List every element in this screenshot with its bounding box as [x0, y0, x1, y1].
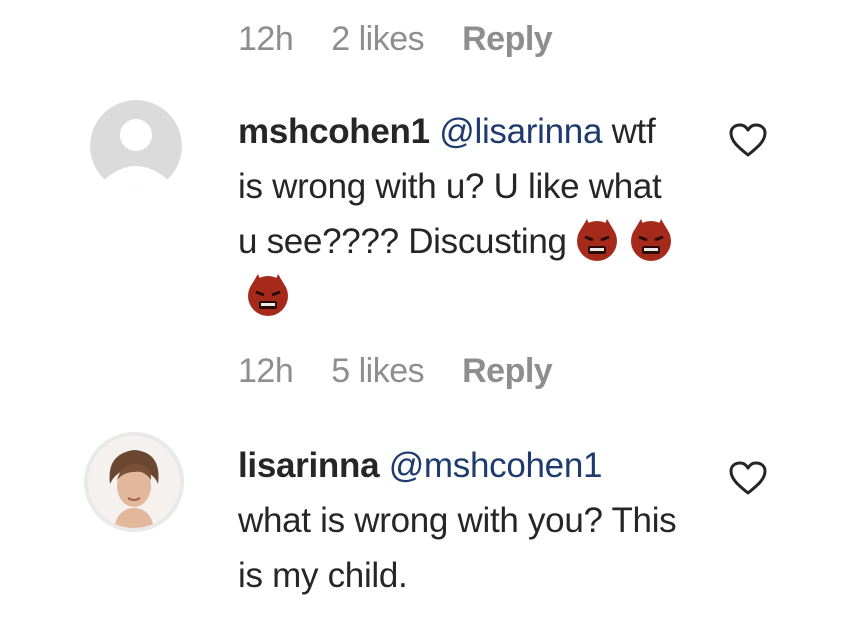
comment-timestamp: 12h — [238, 20, 294, 58]
heart-outline-icon[interactable] — [728, 122, 768, 158]
comment-body: lisarinna @mshcohen1 what is wrong with … — [238, 438, 678, 603]
comment-username[interactable]: lisarinna — [238, 446, 380, 485]
comment-username[interactable]: mshcohen1 — [238, 112, 430, 151]
comment-meta-row: 12h 5 likes Reply — [238, 352, 553, 391]
comment-like-count[interactable]: 2 likes — [331, 20, 424, 59]
heart-outline-icon[interactable] — [728, 460, 768, 496]
avatar[interactable] — [90, 100, 182, 192]
comment-timestamp: 12h — [238, 352, 294, 390]
avatar[interactable] — [84, 432, 184, 532]
angry-devil-icon — [248, 274, 288, 316]
default-avatar-icon — [90, 100, 182, 192]
comment-meta-row: 12h 2 likes Reply — [238, 20, 553, 59]
comment-body: mshcohen1 @lisarinna wtf is wrong with u… — [238, 104, 678, 324]
comment-mention[interactable]: @lisarinna — [439, 112, 602, 151]
comment-mention[interactable]: @mshcohen1 — [389, 446, 603, 485]
reply-button[interactable]: Reply — [462, 20, 553, 59]
profile-photo-icon — [88, 436, 180, 528]
angry-devil-icon — [630, 219, 671, 261]
reply-button[interactable]: Reply — [462, 352, 553, 391]
angry-devil-icon — [576, 219, 617, 261]
comment-text: what is wrong with you? This is my child… — [238, 501, 677, 595]
comment-like-count[interactable]: 5 likes — [331, 352, 424, 391]
